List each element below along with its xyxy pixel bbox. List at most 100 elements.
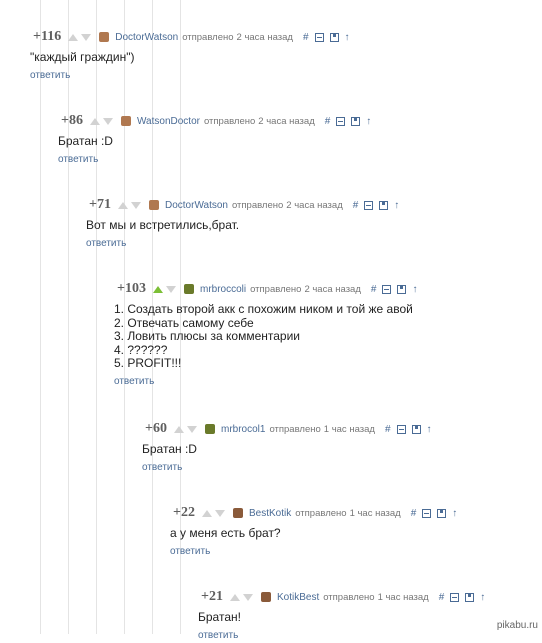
comment-header: +21 KotikBest отправлено 1 час назад # ↑ — [201, 589, 485, 605]
collapse-icon[interactable] — [314, 32, 324, 42]
comment-header: +116 DoctorWatson отправлено 2 часа назад # ↑ — [33, 29, 350, 45]
reply-link[interactable]: ответить — [58, 154, 98, 165]
comment-text: Братан :D — [142, 442, 197, 456]
comment-rating: +71 — [89, 197, 111, 212]
comment-time: 2 часа назад — [258, 115, 315, 127]
avatar[interactable] — [99, 32, 110, 42]
comment-text: а у меня есть брат? — [170, 526, 281, 540]
posted-label: отправлено — [250, 283, 302, 295]
comment: +60 mrbrocol1 отправлено 1 час назад # ↑ Брата… — [142, 421, 432, 475]
reply-link[interactable]: ответить — [86, 238, 126, 249]
collapse-icon[interactable] — [336, 116, 346, 126]
reply-link[interactable]: ответить — [170, 546, 210, 557]
comment-rating: +116 — [33, 29, 62, 44]
collapse-icon[interactable] — [382, 284, 392, 294]
downvote-icon[interactable] — [130, 201, 141, 209]
avatar[interactable] — [232, 508, 243, 518]
comment: +71 DoctorWatson отправлено 2 часа назад # ↑ В… — [86, 197, 399, 251]
comment-time: 1 час назад — [377, 591, 429, 603]
comment-author[interactable]: WatsonDoctor — [137, 116, 200, 127]
upvote-icon[interactable] — [117, 201, 128, 209]
hash-icon[interactable]: # — [303, 32, 309, 43]
comment-author[interactable]: BestKotik — [249, 508, 291, 519]
arrow-up-icon[interactable]: ↑ — [394, 200, 399, 211]
thread-line — [96, 0, 97, 634]
thread-line — [68, 0, 69, 634]
downvote-icon[interactable] — [214, 509, 225, 517]
save-icon[interactable] — [329, 32, 339, 42]
save-icon[interactable] — [379, 200, 389, 210]
save-icon[interactable] — [411, 424, 421, 434]
comment-time: 1 час назад — [323, 423, 375, 435]
downvote-icon[interactable] — [165, 285, 176, 293]
collapse-icon[interactable] — [396, 424, 406, 434]
comment-rating: +22 — [173, 505, 195, 520]
avatar[interactable] — [260, 592, 271, 602]
comment-rating: +60 — [145, 421, 167, 436]
upvote-icon[interactable] — [201, 509, 212, 517]
collapse-icon[interactable] — [450, 592, 460, 602]
avatar[interactable] — [183, 284, 194, 294]
posted-label: отправлено — [231, 199, 284, 211]
comment: +116 DoctorWatson отправлено 2 часа назад # ↑… — [30, 29, 350, 83]
save-icon[interactable] — [351, 116, 361, 126]
reply-link[interactable]: ответить — [142, 462, 182, 473]
comment-author[interactable]: DoctorWatson — [165, 200, 228, 211]
hash-icon[interactable]: # — [325, 116, 331, 127]
upvote-icon[interactable] — [68, 33, 79, 41]
comment-author[interactable]: mrbrocol1 — [221, 424, 265, 435]
save-icon[interactable] — [465, 592, 475, 602]
reply-link[interactable]: ответить — [198, 630, 238, 641]
hash-icon[interactable]: # — [353, 200, 359, 211]
comment-author[interactable]: mrbroccoli — [200, 284, 246, 295]
upvote-icon[interactable] — [152, 285, 163, 293]
collapse-icon[interactable] — [422, 508, 432, 518]
comment-rating: +103 — [117, 281, 146, 296]
downvote-icon[interactable] — [81, 33, 92, 41]
reply-link[interactable]: ответить — [114, 376, 154, 387]
save-icon[interactable] — [397, 284, 407, 294]
avatar[interactable] — [204, 424, 215, 434]
hash-icon[interactable]: # — [385, 424, 391, 435]
posted-label: отправлено — [323, 591, 375, 603]
thread-line — [40, 0, 41, 634]
avatar[interactable] — [120, 116, 131, 126]
save-icon[interactable] — [437, 508, 447, 518]
hash-icon[interactable]: # — [371, 284, 377, 295]
posted-label: отправлено — [295, 507, 347, 519]
arrow-up-icon[interactable]: ↑ — [345, 32, 350, 43]
arrow-up-icon[interactable]: ↑ — [480, 592, 485, 603]
posted-label: отправлено — [269, 423, 321, 435]
comment-header: +60 mrbrocol1 отправлено 1 час назад # ↑ — [145, 421, 432, 437]
comment-text: "каждый граждин") — [30, 50, 135, 64]
comment-text: Вот мы и встретились,брат. — [86, 218, 240, 232]
arrow-up-icon[interactable]: ↑ — [366, 116, 371, 127]
downvote-icon[interactable] — [186, 425, 197, 433]
comment: +21 KotikBest отправлено 1 час назад # ↑ Брата… — [198, 589, 485, 643]
comment-time: 2 часа назад — [236, 31, 293, 43]
arrow-up-icon[interactable]: ↑ — [412, 284, 417, 295]
comment: +103 mrbroccoli отправлено 2 часа назад # ↑ 1.… — [114, 281, 417, 389]
hash-icon[interactable]: # — [411, 508, 417, 519]
comment-rating: +86 — [61, 113, 83, 128]
arrow-up-icon[interactable]: ↑ — [427, 424, 432, 435]
downvote-icon[interactable] — [102, 117, 113, 125]
upvote-icon[interactable] — [89, 117, 100, 125]
hash-icon[interactable]: # — [439, 592, 445, 603]
comment-header: +103 mrbroccoli отправлено 2 часа назад # ↑ — [117, 281, 417, 297]
comment-header: +22 BestKotik отправлено 1 час назад # ↑ — [173, 505, 457, 521]
downvote-icon[interactable] — [242, 593, 253, 601]
collapse-icon[interactable] — [364, 200, 374, 210]
avatar[interactable] — [148, 200, 159, 210]
comment-time: 1 час назад — [349, 507, 401, 519]
comment-author[interactable]: DoctorWatson — [115, 32, 178, 43]
arrow-up-icon[interactable]: ↑ — [452, 508, 457, 519]
reply-link[interactable]: ответить — [30, 70, 70, 81]
comment-text: 1. Создать второй акк с похожим ником и … — [114, 302, 413, 370]
upvote-icon[interactable] — [229, 593, 240, 601]
comment-text: Братан! — [198, 610, 241, 624]
comment-header: +71 DoctorWatson отправлено 2 часа назад # ↑ — [89, 197, 399, 213]
comment-time: 2 часа назад — [286, 199, 343, 211]
upvote-icon[interactable] — [173, 425, 184, 433]
comment-author[interactable]: KotikBest — [277, 592, 319, 603]
